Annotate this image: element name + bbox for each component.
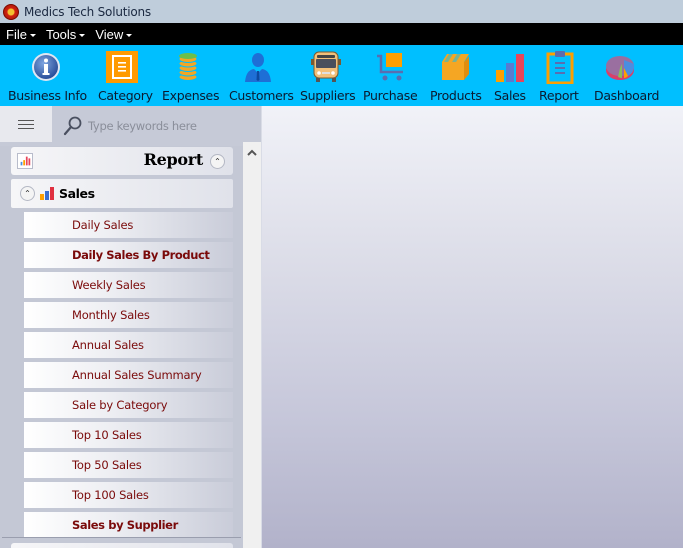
toolbar-purchase-label: Purchase bbox=[363, 88, 418, 103]
category-icon bbox=[106, 51, 138, 83]
search-icon bbox=[63, 116, 82, 136]
double-chevron-up-icon: ⌃ bbox=[24, 188, 31, 198]
toolbar-suppliers-label: Suppliers bbox=[300, 88, 356, 103]
report-chart-icon bbox=[17, 153, 33, 169]
toolbar-category-button[interactable]: Category bbox=[98, 45, 153, 106]
report-link-sales-by-supplier[interactable]: Sales by Supplier bbox=[24, 512, 233, 538]
toolbar-report-button[interactable]: Report bbox=[539, 45, 579, 106]
cart-icon bbox=[377, 53, 403, 81]
search-input[interactable] bbox=[88, 116, 238, 136]
window-title: Medics Tech Solutions bbox=[24, 4, 151, 19]
toolbar-products-label: Products bbox=[430, 88, 482, 103]
toolbar-report-label: Report bbox=[539, 88, 579, 103]
report-link-daily-sales-by-product[interactable]: Daily Sales By Product bbox=[24, 242, 233, 268]
toolbar-suppliers-button[interactable]: Suppliers bbox=[300, 45, 356, 106]
toolbar-customers-button[interactable]: Customers bbox=[229, 45, 294, 106]
toolbar-business-info-button[interactable]: Business Info bbox=[8, 45, 87, 106]
report-link-top-10-sales[interactable]: Top 10 Sales bbox=[24, 422, 233, 448]
menu-view[interactable]: View bbox=[89, 27, 136, 42]
report-link-daily-sales[interactable]: Daily Sales bbox=[24, 212, 233, 238]
customer-icon bbox=[245, 53, 271, 82]
toolbar-expenses-label: Expenses bbox=[162, 88, 220, 103]
clipboard-icon bbox=[546, 51, 574, 84]
scroll-up-arrow-icon[interactable] bbox=[246, 148, 258, 158]
menu-tools[interactable]: Tools bbox=[40, 27, 89, 42]
coins-icon bbox=[178, 53, 198, 81]
report-group-header[interactable]: Report ⌃ bbox=[11, 147, 233, 175]
next-group-header[interactable] bbox=[11, 543, 233, 548]
toolbar-sales-label: Sales bbox=[494, 88, 526, 103]
menu-bar: File Tools View bbox=[0, 23, 683, 45]
menu-file-label: File bbox=[6, 26, 27, 42]
report-group-title: Report bbox=[143, 150, 204, 169]
double-chevron-up-icon: ⌃ bbox=[214, 156, 221, 166]
info-icon bbox=[32, 53, 60, 81]
bar-chart-icon bbox=[496, 54, 524, 82]
menu-file[interactable]: File bbox=[0, 27, 40, 42]
sidebar: Report ⌃ ⌃ Sales Daily Sales Daily Sales… bbox=[0, 106, 262, 548]
chevron-down-icon bbox=[79, 33, 86, 37]
report-link-monthly-sales[interactable]: Monthly Sales bbox=[24, 302, 233, 328]
main-toolbar: Business Info Category Expenses Customer… bbox=[0, 45, 683, 106]
app-logo-icon bbox=[3, 3, 19, 20]
sidebar-divider bbox=[2, 537, 241, 538]
toolbar-category-label: Category bbox=[98, 88, 153, 103]
hamburger-menu-button[interactable] bbox=[0, 106, 52, 142]
sales-report-list: Daily Sales Daily Sales By Product Weekl… bbox=[24, 212, 233, 542]
menu-view-label: View bbox=[95, 26, 124, 42]
toolbar-expenses-button[interactable]: Expenses bbox=[162, 45, 219, 106]
pie-chart-icon bbox=[606, 56, 635, 80]
toolbar-sales-button[interactable]: Sales bbox=[493, 45, 527, 106]
hamburger-line bbox=[18, 119, 34, 121]
sales-subgroup-title: Sales bbox=[59, 186, 95, 201]
toolbar-dashboard-label: Dashboard bbox=[594, 88, 660, 103]
toolbar-products-button[interactable]: Products bbox=[430, 45, 482, 106]
toolbar-customers-label: Customers bbox=[229, 88, 294, 103]
collapse-sales-button[interactable]: ⌃ bbox=[20, 186, 35, 201]
report-link-sale-by-category[interactable]: Sale by Category bbox=[24, 392, 233, 418]
report-link-weekly-sales[interactable]: Weekly Sales bbox=[24, 272, 233, 298]
report-link-annual-sales-summary[interactable]: Annual Sales Summary bbox=[24, 362, 233, 388]
hamburger-line bbox=[18, 127, 34, 129]
chevron-down-icon bbox=[126, 33, 133, 37]
collapse-report-button[interactable]: ⌃ bbox=[210, 154, 225, 169]
sidebar-scrollbar[interactable] bbox=[243, 142, 261, 548]
report-link-top-100-sales[interactable]: Top 100 Sales bbox=[24, 482, 233, 508]
bus-icon bbox=[311, 51, 341, 82]
toolbar-dashboard-button[interactable]: Dashboard bbox=[594, 45, 659, 106]
report-link-top-50-sales[interactable]: Top 50 Sales bbox=[24, 452, 233, 478]
hamburger-line bbox=[18, 123, 34, 125]
title-bar: Medics Tech Solutions bbox=[0, 0, 683, 23]
main-content-area bbox=[262, 106, 683, 548]
menu-tools-label: Tools bbox=[45, 26, 77, 42]
sidebar-top-bar bbox=[0, 106, 262, 146]
toolbar-purchase-button[interactable]: Purchase bbox=[363, 45, 418, 106]
report-link-annual-sales[interactable]: Annual Sales bbox=[24, 332, 233, 358]
chevron-down-icon bbox=[29, 33, 36, 37]
sales-subgroup-header[interactable]: ⌃ Sales bbox=[11, 179, 233, 208]
box-icon bbox=[442, 54, 469, 80]
sales-bar-chart-icon bbox=[40, 187, 54, 200]
toolbar-business-info-label: Business Info bbox=[8, 88, 87, 103]
